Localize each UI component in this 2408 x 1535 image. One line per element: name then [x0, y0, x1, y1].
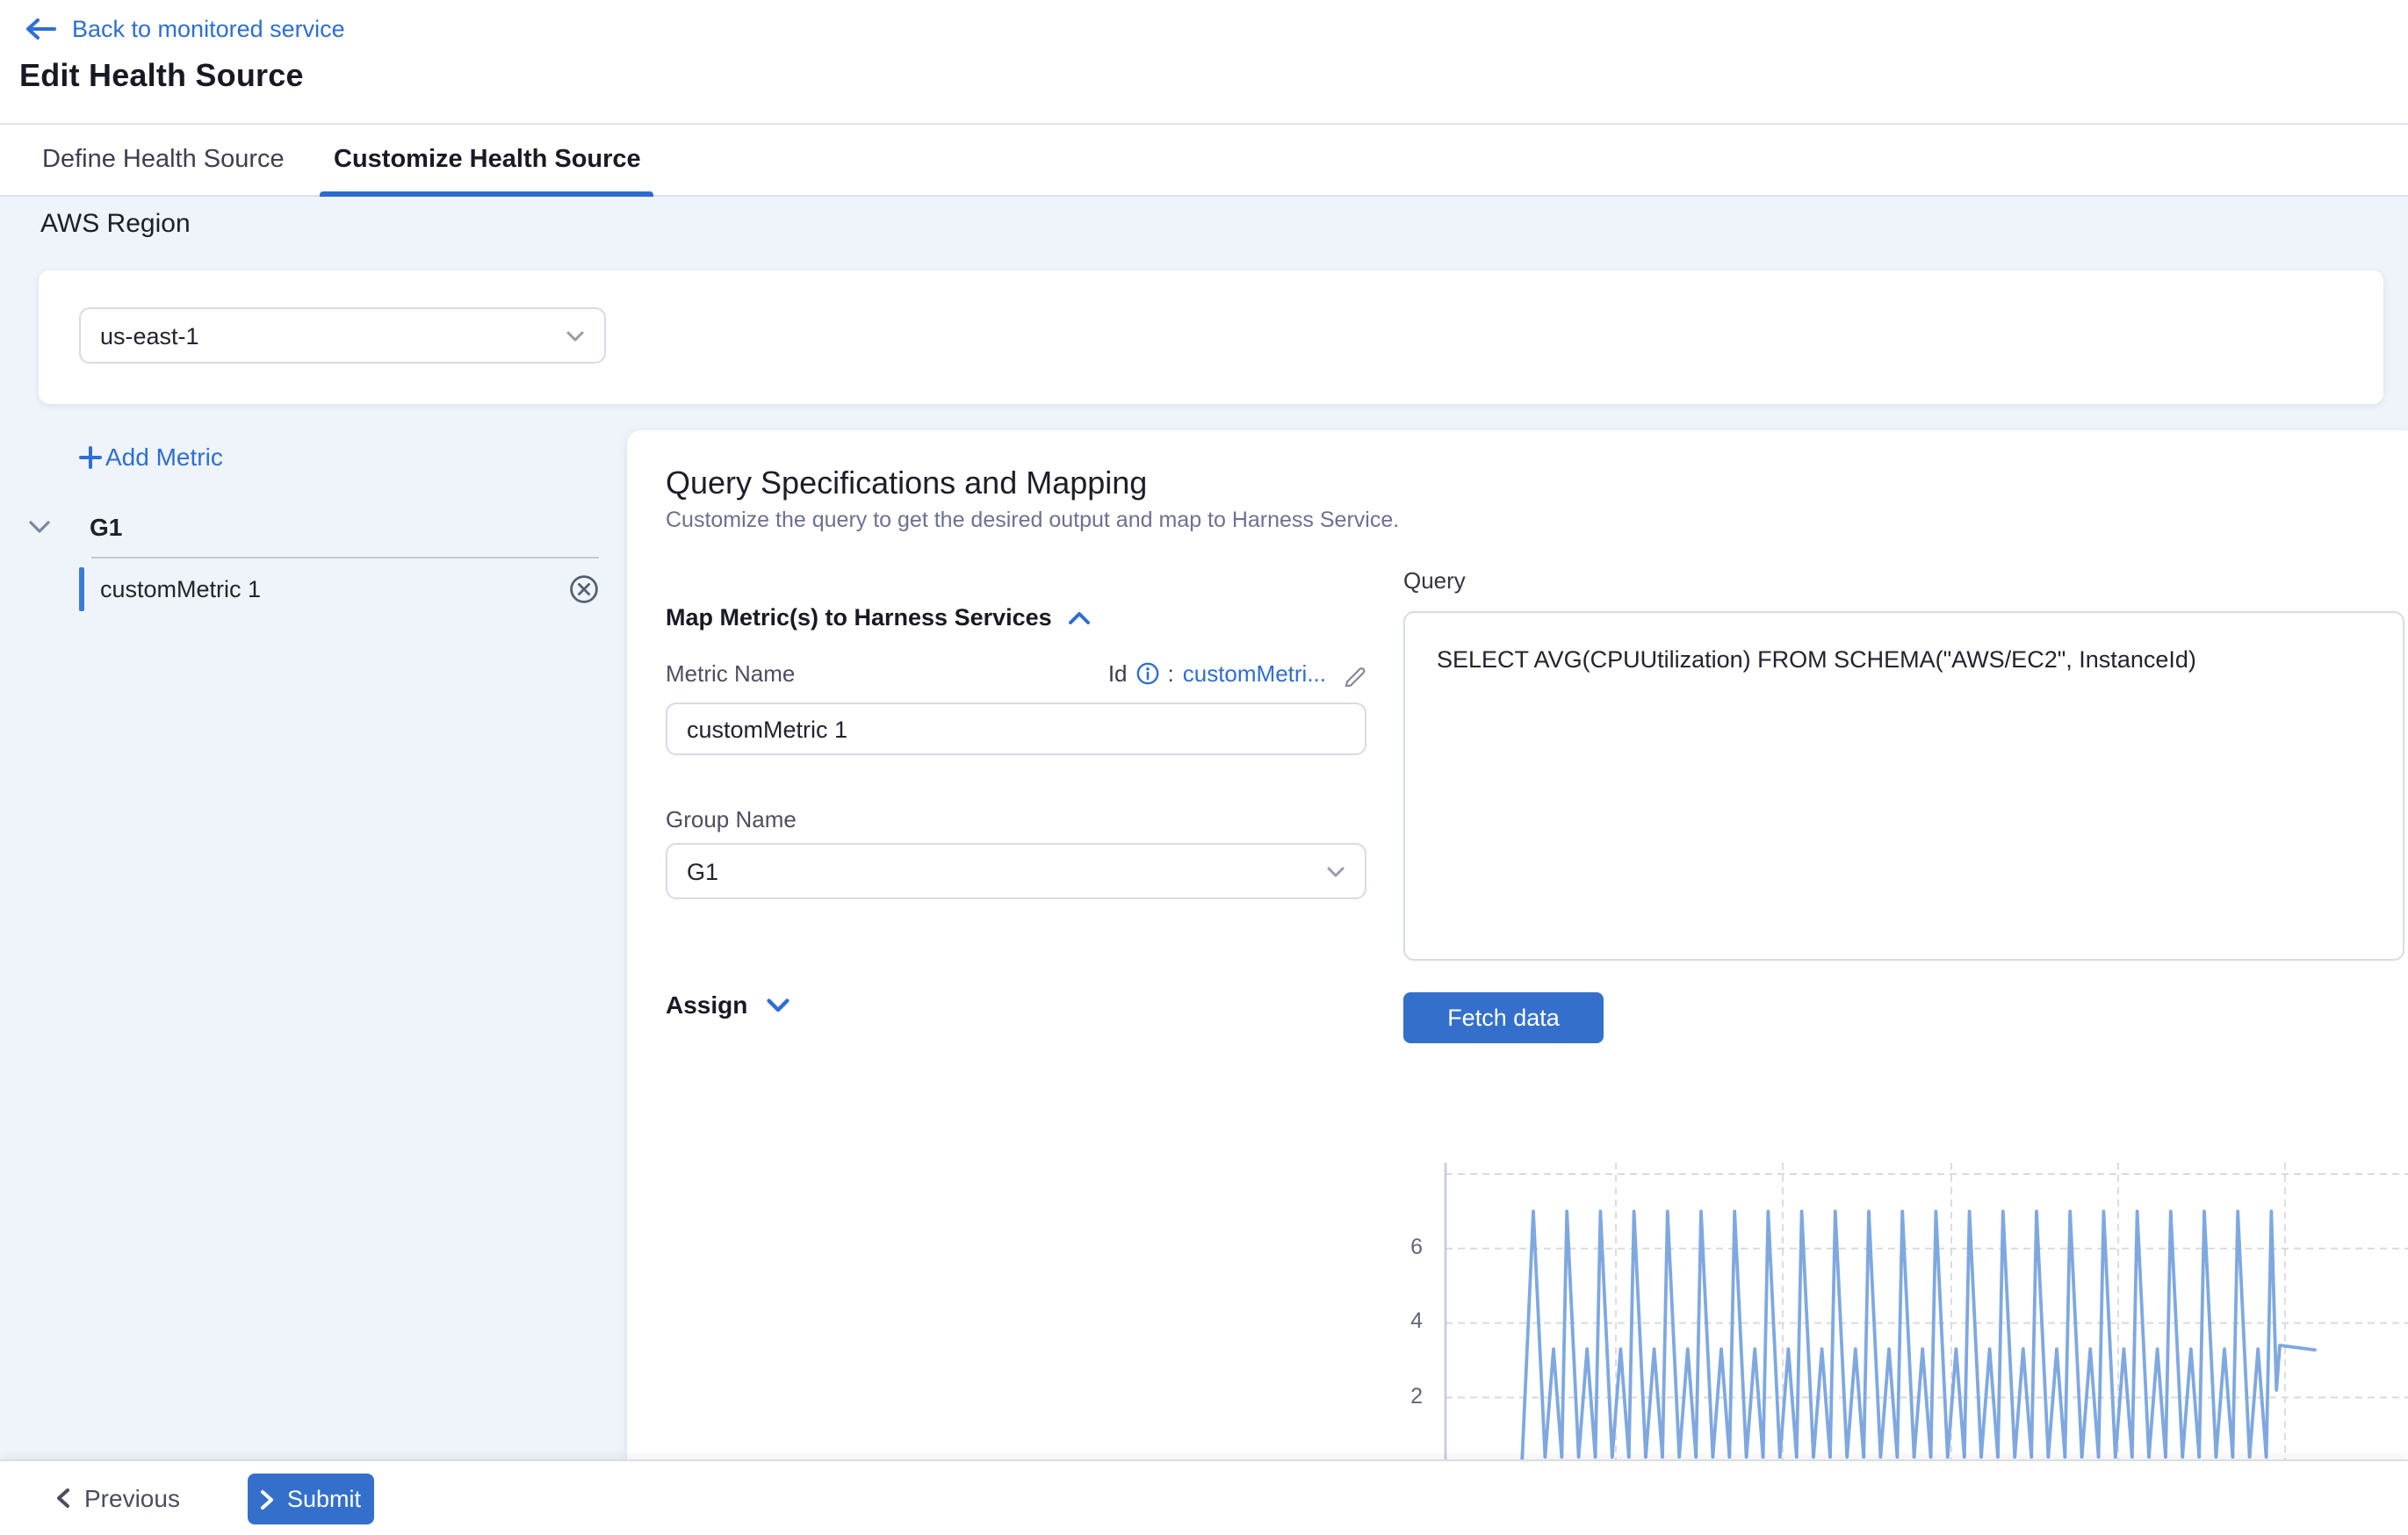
fetch-data-label: Fetch data — [1447, 1005, 1560, 1031]
panel-heading: Query Specifications and Mapping — [666, 465, 1147, 502]
map-metrics-section-toggle[interactable]: Map Metric(s) to Harness Services — [666, 604, 1091, 631]
aws-region-select[interactable]: us-east-1 — [79, 307, 606, 364]
back-link[interactable]: Back to monitored service — [25, 16, 345, 42]
chevron-down-icon — [765, 997, 789, 1013]
add-metric-label: Add Metric — [105, 443, 223, 471]
footer-bar: Previous Submit — [0, 1459, 2408, 1535]
content-area: AWS Region us-east-1 Add Metric G1 — [0, 197, 2408, 1535]
group-name-value: G1 — [687, 858, 718, 884]
metric-id-value[interactable]: customMetri... — [1183, 660, 1326, 687]
back-link-label: Back to monitored service — [72, 16, 345, 42]
chevron-right-icon — [261, 1488, 275, 1510]
submit-button[interactable]: Submit — [248, 1474, 374, 1524]
line-chart — [1335, 1150, 2408, 1459]
previous-label: Previous — [84, 1484, 180, 1512]
query-editor[interactable]: SELECT AVG(CPUUtilization) FROM SCHEMA("… — [1403, 611, 2404, 961]
chevron-down-icon — [566, 329, 585, 342]
metric-name-row: Metric Name Id : customMetri... — [666, 660, 1366, 687]
metric-name-input[interactable] — [666, 703, 1366, 755]
query-text: SELECT AVG(CPUUtilization) FROM SCHEMA("… — [1437, 643, 2382, 676]
info-icon[interactable] — [1136, 662, 1159, 685]
chevron-down-icon — [28, 520, 51, 534]
metric-list-item[interactable]: customMetric 1 — [79, 566, 599, 611]
edit-pencil-icon[interactable] — [1342, 661, 1366, 686]
fetch-data-button[interactable]: Fetch data — [1403, 992, 1604, 1043]
query-label: Query — [1403, 567, 1466, 594]
tab-bar: Define Health Source Customize Health So… — [0, 125, 2408, 197]
submit-label: Submit — [287, 1486, 361, 1512]
metric-group-header[interactable]: G1 — [28, 513, 122, 541]
query-specifications-panel: Query Specifications and Mapping Customi… — [627, 430, 2408, 1459]
add-metric-button[interactable]: Add Metric — [79, 443, 223, 471]
back-arrow-icon — [25, 18, 56, 40]
group-name-select[interactable]: G1 — [666, 843, 1366, 899]
metric-item-label: customMetric 1 — [100, 575, 569, 602]
aws-region-value: us-east-1 — [100, 322, 199, 349]
tab-customize-health-source[interactable]: Customize Health Source — [334, 125, 641, 195]
chevron-up-icon — [1068, 610, 1091, 624]
chevron-down-icon — [1326, 865, 1345, 877]
group-divider — [91, 557, 599, 559]
group-name-label: Group Name — [666, 806, 797, 832]
metric-preview-chart — [1335, 1150, 2408, 1459]
page-header: Back to monitored service Edit Health So… — [0, 0, 2408, 125]
active-tab-underline — [320, 191, 653, 197]
page-title: Edit Health Source — [19, 58, 304, 95]
metric-name-label: Metric Name — [666, 660, 795, 687]
app-window: Back to monitored service Edit Health So… — [0, 0, 2408, 1535]
aws-region-label: AWS Region — [40, 209, 191, 239]
panel-subheading: Customize the query to get the desired o… — [666, 508, 1399, 532]
remove-metric-icon[interactable] — [569, 573, 599, 603]
id-label: Id — [1108, 660, 1128, 687]
assign-section-toggle[interactable]: Assign — [666, 991, 789, 1019]
tab-define-health-source[interactable]: Define Health Source — [42, 125, 285, 195]
metric-id-chip: Id : customMetri... — [1108, 660, 1366, 687]
aws-region-card: us-east-1 — [39, 270, 2383, 404]
id-separator: : — [1168, 660, 1174, 687]
plus-icon — [79, 445, 102, 468]
metric-group-label: G1 — [90, 513, 122, 541]
map-metrics-label: Map Metric(s) to Harness Services — [666, 604, 1052, 631]
chevron-left-icon — [56, 1488, 70, 1509]
selected-metric-indicator — [79, 566, 84, 610]
assign-label: Assign — [666, 991, 747, 1019]
previous-button[interactable]: Previous — [56, 1461, 180, 1535]
